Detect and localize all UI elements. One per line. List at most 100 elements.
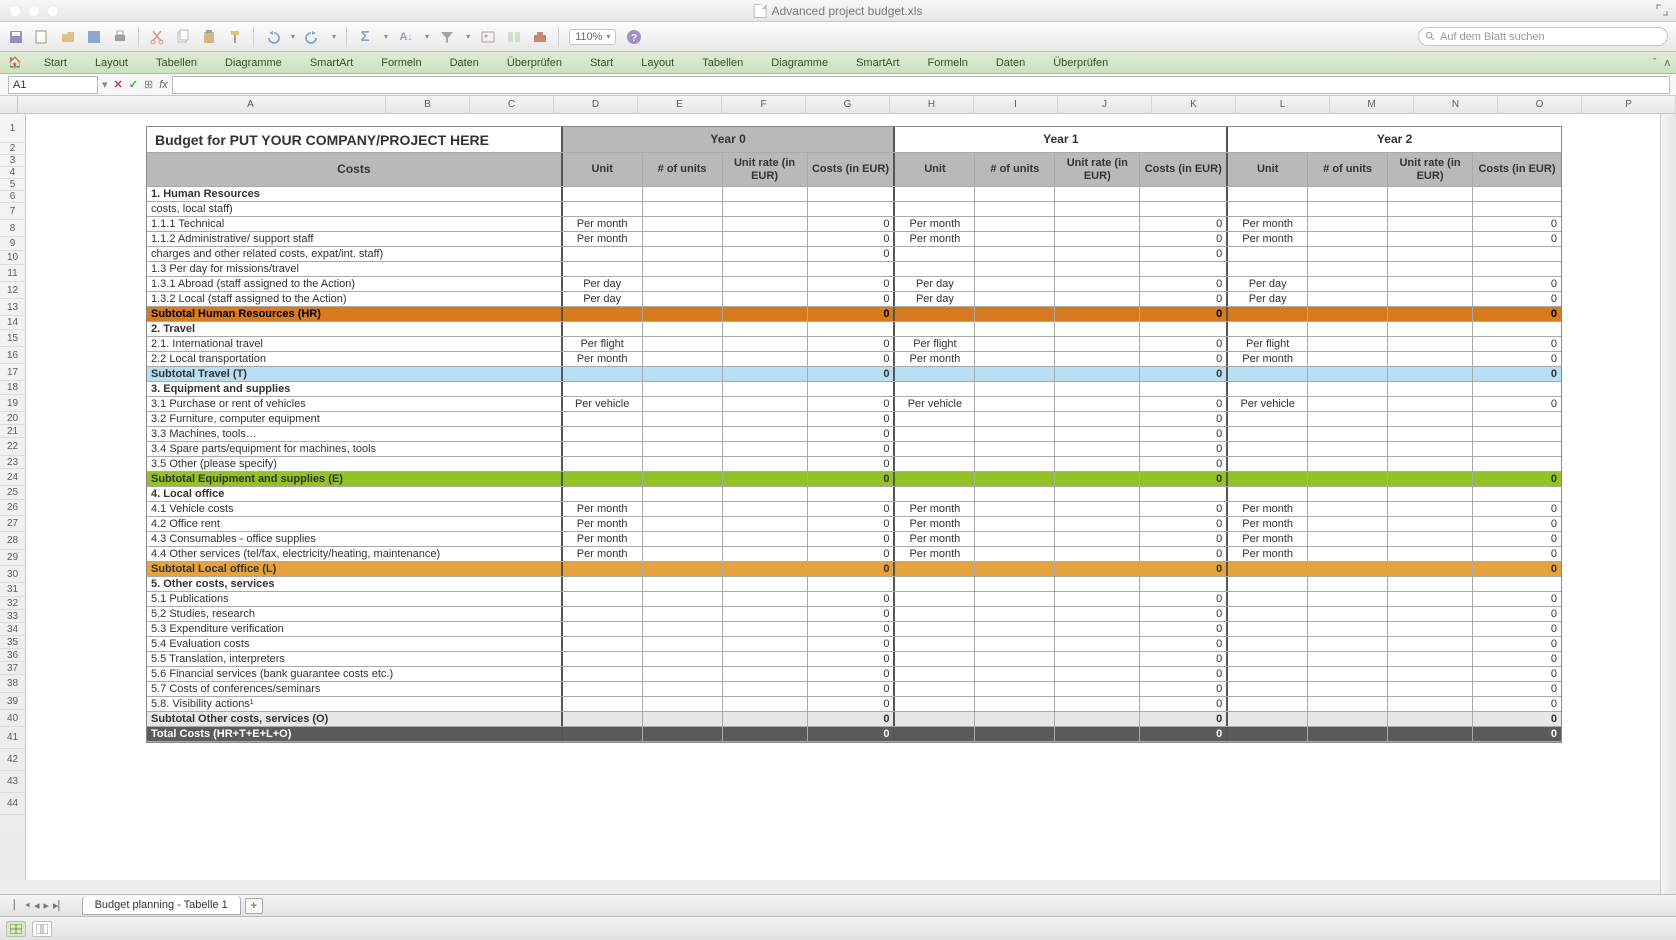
row-header[interactable]: 33 xyxy=(0,610,25,623)
costs-cell[interactable] xyxy=(1473,247,1561,261)
numunits-cell[interactable] xyxy=(975,382,1055,396)
unitrate-cell[interactable] xyxy=(1388,547,1473,561)
numunits-cell[interactable] xyxy=(643,607,723,621)
unitrate-cell[interactable] xyxy=(1055,232,1140,246)
numunits-cell[interactable] xyxy=(643,397,723,411)
costs-cell[interactable]: 0 xyxy=(1140,337,1228,351)
numunits-cell[interactable] xyxy=(1308,607,1388,621)
costs-cell[interactable] xyxy=(808,577,896,591)
costs-cell[interactable]: 0 xyxy=(1140,592,1228,606)
sort-asc-icon[interactable]: A↓ xyxy=(398,29,414,45)
numunits-cell[interactable] xyxy=(643,277,723,291)
unitrate-cell[interactable] xyxy=(1388,532,1473,546)
unit-cell[interactable] xyxy=(563,652,643,666)
unit-cell[interactable] xyxy=(895,247,975,261)
unitrate-cell[interactable] xyxy=(1055,337,1140,351)
unit-cell[interactable]: Per month xyxy=(1228,547,1308,561)
unit-cell[interactable]: Per month xyxy=(895,532,975,546)
unit-cell[interactable] xyxy=(563,667,643,681)
costs-cell[interactable]: 0 xyxy=(808,637,896,651)
unit-cell[interactable] xyxy=(895,322,975,336)
costs-cell[interactable]: 0 xyxy=(808,427,896,441)
numunits-cell[interactable] xyxy=(975,667,1055,681)
unit-cell[interactable] xyxy=(895,427,975,441)
row-header[interactable]: 2 xyxy=(0,143,25,155)
select-all-corner[interactable] xyxy=(0,96,18,113)
costs-cell[interactable] xyxy=(1473,442,1561,456)
numunits-cell[interactable] xyxy=(1308,502,1388,516)
unit-cell[interactable] xyxy=(1228,262,1308,276)
numunits-cell[interactable] xyxy=(1308,682,1388,696)
numunits-cell[interactable] xyxy=(975,412,1055,426)
unitrate-cell[interactable] xyxy=(1388,622,1473,636)
numunits-cell[interactable] xyxy=(1308,292,1388,306)
unit-cell[interactable]: Per day xyxy=(1228,277,1308,291)
row-header[interactable]: 41 xyxy=(0,727,25,749)
unitrate-cell[interactable] xyxy=(1055,637,1140,651)
col-header-G[interactable]: G xyxy=(806,96,890,113)
unitrate-cell[interactable] xyxy=(1388,607,1473,621)
unit-cell[interactable] xyxy=(1228,697,1308,711)
unit-cell[interactable]: Per day xyxy=(895,292,975,306)
numunits-cell[interactable] xyxy=(1308,532,1388,546)
ribbon-tab-diagramme[interactable]: Diagramme xyxy=(211,52,296,73)
numunits-cell[interactable] xyxy=(975,337,1055,351)
numunits-cell[interactable] xyxy=(975,652,1055,666)
name-box[interactable]: A1 xyxy=(8,76,98,94)
unit-cell[interactable]: Per month xyxy=(563,502,643,516)
unitrate-cell[interactable] xyxy=(1055,622,1140,636)
unitrate-cell[interactable] xyxy=(723,487,808,501)
unitrate-cell[interactable] xyxy=(723,217,808,231)
unitrate-cell[interactable] xyxy=(1388,487,1473,501)
unitrate-cell[interactable] xyxy=(1055,277,1140,291)
unitrate-cell[interactable] xyxy=(1055,322,1140,336)
numunits-cell[interactable] xyxy=(975,232,1055,246)
unit-cell[interactable] xyxy=(1228,427,1308,441)
unit-cell[interactable] xyxy=(1228,412,1308,426)
row-header[interactable]: 27 xyxy=(0,516,25,532)
costs-cell[interactable]: 0 xyxy=(1473,652,1561,666)
numunits-cell[interactable] xyxy=(643,532,723,546)
unitrate-cell[interactable] xyxy=(1055,592,1140,606)
zoom-selector[interactable]: 110%▾ xyxy=(569,29,616,45)
filter-dropdown-icon[interactable]: ▾ xyxy=(466,32,470,41)
col-header-L[interactable]: L xyxy=(1236,96,1330,113)
numunits-cell[interactable] xyxy=(975,502,1055,516)
numunits-cell[interactable] xyxy=(643,622,723,636)
unitrate-cell[interactable] xyxy=(723,247,808,261)
unitrate-cell[interactable] xyxy=(1388,427,1473,441)
unitrate-cell[interactable] xyxy=(1055,202,1140,216)
unit-cell[interactable] xyxy=(895,487,975,501)
unit-cell[interactable]: Per month xyxy=(1228,217,1308,231)
unitrate-cell[interactable] xyxy=(723,292,808,306)
unit-cell[interactable] xyxy=(895,682,975,696)
unit-cell[interactable]: Per month xyxy=(563,547,643,561)
col-header-K[interactable]: K xyxy=(1152,96,1236,113)
next-sheet-icon[interactable]: ▸ xyxy=(44,899,50,913)
ribbon-tab-daten[interactable]: Daten xyxy=(436,52,493,73)
unit-cell[interactable]: Per day xyxy=(563,292,643,306)
costs-cell[interactable]: 0 xyxy=(808,412,896,426)
unit-cell[interactable]: Per month xyxy=(563,532,643,546)
unitrate-cell[interactable] xyxy=(1388,337,1473,351)
unitrate-cell[interactable] xyxy=(1388,412,1473,426)
numunits-cell[interactable] xyxy=(975,697,1055,711)
costs-cell[interactable]: 0 xyxy=(808,217,896,231)
costs-cell[interactable] xyxy=(1473,412,1561,426)
minimize-window-icon[interactable] xyxy=(28,5,40,17)
costs-cell[interactable]: 0 xyxy=(808,532,896,546)
numunits-cell[interactable] xyxy=(643,337,723,351)
unitrate-cell[interactable] xyxy=(1388,247,1473,261)
numunits-cell[interactable] xyxy=(643,292,723,306)
unitrate-cell[interactable] xyxy=(1055,517,1140,531)
costs-cell[interactable]: 0 xyxy=(1473,502,1561,516)
costs-cell[interactable]: 0 xyxy=(1473,637,1561,651)
unit-cell[interactable] xyxy=(1228,592,1308,606)
unitrate-cell[interactable] xyxy=(723,532,808,546)
costs-cell[interactable] xyxy=(808,202,896,216)
row-header[interactable]: 11 xyxy=(0,265,25,282)
fx-icon[interactable]: fx xyxy=(159,79,168,91)
numunits-cell[interactable] xyxy=(643,442,723,456)
numunits-cell[interactable] xyxy=(975,622,1055,636)
formula-builder-icon[interactable]: ⊞ xyxy=(144,78,153,91)
